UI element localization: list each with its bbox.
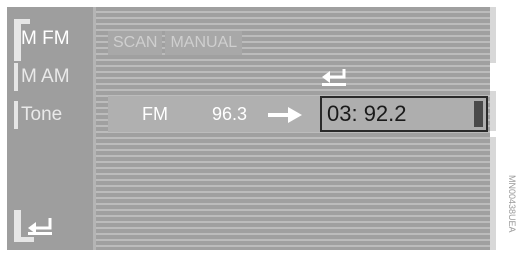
content-area: SCAN MANUAL FM 96.3 03: 92.2 [96,7,496,250]
preset-value: 03: 92.2 [327,101,407,126]
return-arrow-icon[interactable] [320,65,350,87]
current-station[interactable]: FM 96.3 [108,96,323,132]
menu-item-m-fm[interactable]: M FM [21,25,70,53]
menu-item-m-am[interactable]: M AM [21,63,70,91]
menu-item-tone[interactable]: Tone [21,101,62,129]
radio-screen: M FM M AM Tone SCAN MANUAL FM 96.3 03: 9… [7,7,496,250]
arrow-right-icon [266,105,306,125]
scroll-marker [490,131,496,137]
selection-bracket-cap [14,19,30,24]
back-bracket-cap [14,237,34,242]
menu-marker [14,63,18,91]
preset-field[interactable]: 03: 92.2 [320,96,488,132]
tab-scan[interactable]: SCAN [108,31,163,55]
scrollbar[interactable] [490,7,496,250]
tab-manual[interactable]: MANUAL [165,31,243,55]
mode-tabs: SCAN MANUAL [108,31,245,55]
return-arrow-icon[interactable] [26,214,56,236]
selection-bracket [14,19,21,61]
selection-cursor [474,101,483,127]
image-code: MN00438UEA [507,175,517,233]
station-frequency: 96.3 [212,104,248,124]
scroll-thumb[interactable] [490,63,496,91]
menu-marker [14,101,18,129]
left-menu: M FM M AM Tone [7,7,96,250]
station-band: FM [142,104,168,124]
